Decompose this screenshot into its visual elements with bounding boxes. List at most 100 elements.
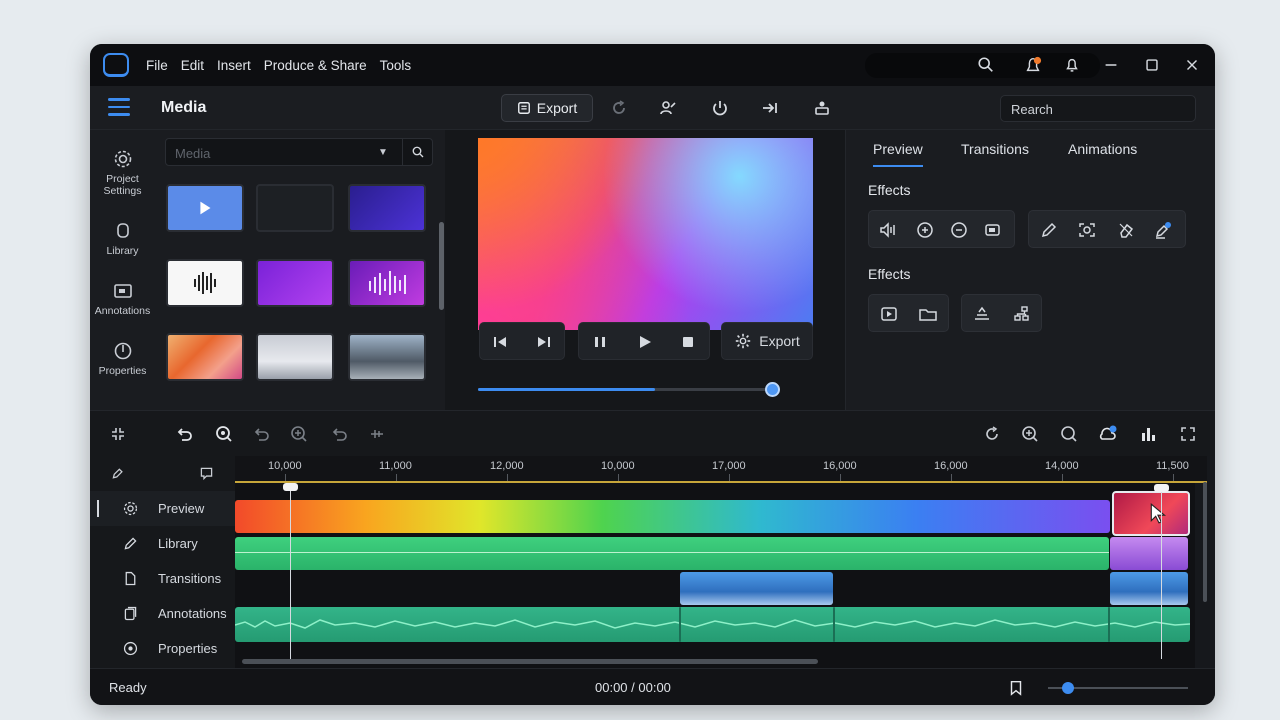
stop-icon[interactable]	[678, 332, 698, 352]
waveform-icon	[194, 272, 216, 294]
user-edit-icon[interactable]	[658, 98, 680, 120]
menu-edit[interactable]: Edit	[181, 58, 204, 73]
media-thumbnail[interactable]	[166, 184, 244, 232]
volume-icon[interactable]	[878, 220, 898, 240]
timeline-horizontal-scrollbar[interactable]	[242, 659, 818, 664]
playback-progress-knob[interactable]	[765, 382, 780, 397]
notification-flame-icon[interactable]	[1022, 54, 1044, 76]
playback-controls	[578, 322, 710, 360]
timeline-tracks	[235, 483, 1195, 668]
track-header-transitions[interactable]: Transitions	[90, 561, 235, 596]
undo-alt-icon[interactable]	[329, 424, 349, 444]
transition-clip[interactable]	[1110, 572, 1188, 605]
skip-forward-icon[interactable]	[534, 332, 554, 352]
selected-clip[interactable]	[1112, 491, 1190, 536]
skip-back-icon[interactable]	[490, 332, 510, 352]
collapse-icon[interactable]	[108, 424, 128, 444]
ruler-label: 11,000	[379, 460, 412, 472]
folder-icon[interactable]	[918, 304, 938, 324]
timeline-ruler[interactable]: 10,000 11,000 12,000 10,000 17,000 16,00…	[235, 456, 1207, 483]
hamburger-menu-icon[interactable]	[108, 98, 130, 118]
bar-chart-icon[interactable]	[1138, 424, 1158, 444]
power-icon[interactable]	[710, 98, 732, 120]
rail-project-settings-label: Project Settings	[103, 173, 142, 197]
media-thumbnail[interactable]	[256, 184, 334, 232]
export-button[interactable]: Export	[501, 94, 593, 122]
bell-icon[interactable]	[1061, 54, 1083, 76]
minus-circle-icon[interactable]	[949, 220, 969, 240]
media-search-dropdown[interactable]: Media ▼	[165, 138, 433, 166]
media-thumbnail-audio[interactable]	[348, 259, 426, 307]
media-search-button[interactable]	[402, 139, 434, 165]
media-panel: Media ▼	[155, 130, 445, 420]
track-header-annotations[interactable]: Annotations	[90, 596, 235, 631]
media-thumbnail[interactable]	[256, 333, 334, 381]
battery-icon[interactable]	[983, 220, 1003, 240]
menu-produce-share[interactable]: Produce & Share	[264, 58, 367, 73]
track-header-properties[interactable]: Properties	[90, 631, 235, 666]
zoom-in-icon[interactable]	[289, 424, 309, 444]
media-thumbnail[interactable]	[348, 333, 426, 381]
menu-tools[interactable]: Tools	[380, 58, 412, 73]
media-thumbnail[interactable]	[348, 184, 426, 232]
pencil-accent-icon[interactable]	[1153, 220, 1173, 240]
fullscreen-icon[interactable]	[1178, 424, 1198, 444]
track-header-library[interactable]: Library	[90, 526, 235, 561]
refresh-icon[interactable]	[609, 98, 631, 120]
zoom-in-timeline-icon[interactable]	[1020, 424, 1040, 444]
pen-icon[interactable]	[1039, 220, 1059, 240]
playback-progress-track[interactable]	[478, 388, 773, 391]
play-icon[interactable]	[635, 332, 655, 352]
video-clip[interactable]	[235, 500, 1110, 533]
zoom-fit-icon[interactable]	[214, 424, 234, 444]
playhead-handle[interactable]	[283, 483, 298, 491]
timeline-vertical-scrollbar[interactable]	[1203, 482, 1207, 602]
maximize-icon[interactable]	[1141, 54, 1163, 76]
video-play-icon[interactable]	[879, 304, 899, 324]
minimize-icon[interactable]	[1100, 54, 1122, 76]
rail-library[interactable]: Library	[90, 220, 155, 257]
undo-icon[interactable]	[174, 424, 194, 444]
cloud-sync-icon[interactable]	[1097, 424, 1117, 444]
transition-clip[interactable]	[680, 572, 833, 605]
close-icon[interactable]	[1181, 54, 1203, 76]
rail-project-settings[interactable]: Project Settings	[90, 148, 155, 197]
redo-left-icon[interactable]	[251, 424, 271, 444]
tab-animations[interactable]: Animations	[1068, 141, 1137, 157]
split-icon[interactable]	[367, 424, 387, 444]
add-circle-icon[interactable]	[915, 220, 935, 240]
media-scrollbar[interactable]	[439, 222, 444, 310]
search-icon[interactable]	[975, 54, 997, 76]
pause-icon[interactable]	[590, 332, 610, 352]
rotate-icon[interactable]	[982, 424, 1002, 444]
track-header-preview[interactable]: Preview	[90, 491, 235, 526]
zoom-out-timeline-icon[interactable]	[1059, 424, 1079, 444]
end-marker-knob[interactable]	[1154, 484, 1169, 492]
chevron-down-icon[interactable]: ▼	[378, 147, 388, 158]
audio-clip[interactable]	[235, 607, 1190, 642]
focus-icon[interactable]	[1077, 220, 1097, 240]
menu-file[interactable]: File	[146, 58, 168, 73]
search-input[interactable]: Rearch	[1000, 95, 1196, 122]
zoom-slider-knob[interactable]	[1062, 682, 1074, 694]
rail-annotations[interactable]: Annotations	[90, 280, 155, 317]
upload-user-icon[interactable]	[812, 98, 834, 120]
bookmark-icon[interactable]	[1007, 679, 1025, 697]
rail-properties[interactable]: Properties	[90, 340, 155, 377]
tab-preview[interactable]: Preview	[873, 141, 923, 157]
align-top-icon[interactable]	[972, 304, 992, 324]
library-clip[interactable]	[235, 537, 1109, 570]
menu-insert[interactable]: Insert	[217, 58, 251, 73]
marker-edit-icon[interactable]	[110, 465, 127, 482]
comment-icon[interactable]	[198, 465, 215, 482]
export-video-button[interactable]: Export	[721, 322, 813, 360]
import-icon[interactable]	[760, 98, 782, 120]
tab-transitions[interactable]: Transitions	[961, 141, 1029, 157]
library-clip-end[interactable]	[1110, 537, 1188, 570]
media-thumbnail[interactable]	[256, 259, 334, 307]
hierarchy-icon[interactable]	[1011, 304, 1031, 324]
media-thumbnail-audio[interactable]	[166, 259, 244, 307]
video-preview[interactable]	[478, 138, 813, 330]
eraser-icon[interactable]	[1116, 220, 1136, 240]
media-thumbnail[interactable]	[166, 333, 244, 381]
